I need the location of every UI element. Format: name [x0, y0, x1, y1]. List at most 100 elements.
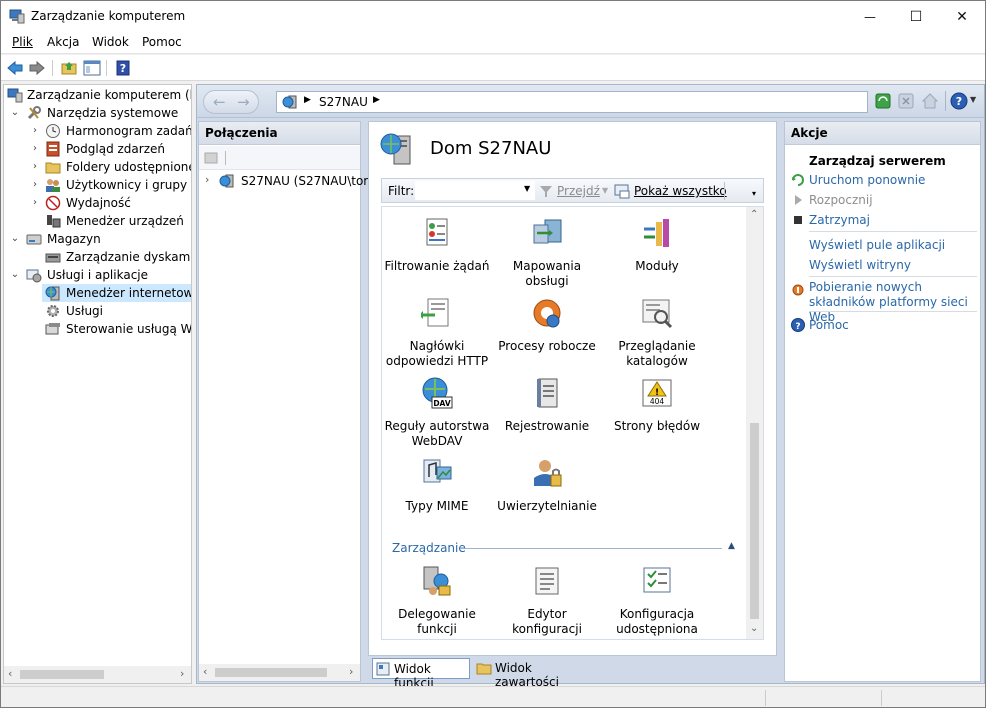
tree-item-label: Sterowanie usługą WMI	[66, 322, 192, 336]
scroll-right-icon[interactable]: ›	[349, 665, 353, 678]
connection-server-node[interactable]: › S27NAU (S27NAU\tom	[199, 172, 375, 190]
minimize-button[interactable]: —	[847, 1, 893, 32]
tree-item-device-manager[interactable]: Menedżer urządzeń	[4, 212, 191, 230]
feature-worker-processes[interactable]: Procesy robocze	[492, 297, 602, 354]
help-icon[interactable]: ?	[950, 92, 968, 110]
menu-help[interactable]: Pomoc	[142, 35, 182, 49]
feature-error-pages[interactable]: ! 404 Strony błędów	[602, 377, 712, 434]
view-tabs: Widok funkcji Widok zawartości	[368, 657, 777, 690]
show-all-button[interactable]: Pokaż wszystko	[634, 184, 727, 198]
restart-link[interactable]: Uruchom ponownie	[809, 173, 925, 188]
features-vertical-scrollbar[interactable]: ⌃ ⌄	[746, 207, 763, 639]
feature-request-filtering[interactable]: Filtrowanie żądań	[382, 217, 492, 274]
iis-forward-icon[interactable]: →	[237, 93, 250, 111]
filter-input[interactable]: ▼	[415, 181, 535, 200]
stop-link[interactable]: Zatrzymaj	[809, 213, 870, 228]
tree-item-performance[interactable]: › Wydajność	[4, 194, 191, 212]
tree-item-task-scheduler[interactable]: › Harmonogram zadań	[4, 122, 191, 140]
back-button[interactable]	[6, 59, 24, 77]
forward-button[interactable]	[28, 59, 46, 77]
close-button[interactable]: ✕	[939, 1, 985, 32]
scrollbar-thumb[interactable]	[215, 668, 327, 677]
scroll-right-icon[interactable]: ›	[180, 667, 184, 680]
breadcrumb-server[interactable]: S27NAU	[319, 95, 368, 109]
iis-breadcrumb[interactable]: ▶ S27NAU ▶	[276, 91, 868, 113]
help-dropdown-icon[interactable]: ▼	[970, 95, 976, 104]
scrollbar-thumb[interactable]	[20, 670, 104, 679]
feature-webdav-authoring[interactable]: DAV Reguły autorstwa WebDAV	[382, 377, 492, 449]
chevron-right-icon[interactable]: ›	[29, 140, 41, 158]
feature-handler-mappings[interactable]: Mapowania obsługi	[492, 217, 602, 289]
go-dropdown-icon[interactable]: ▼	[602, 186, 608, 195]
show-hide-tree-button[interactable]	[83, 59, 101, 77]
menu-file[interactable]: Plik	[12, 35, 33, 49]
menu-view[interactable]: Widok	[92, 35, 129, 49]
scrollbar-thumb[interactable]	[750, 423, 759, 619]
feature-logging[interactable]: Rejestrowanie	[492, 377, 602, 434]
go-button[interactable]: Przejdź	[557, 184, 600, 198]
feature-modules[interactable]: Moduły	[602, 217, 712, 274]
collapse-chevron-up-icon[interactable]: ▲	[728, 541, 735, 551]
chevron-right-icon[interactable]: ›	[205, 173, 209, 186]
stop-icon[interactable]	[898, 93, 914, 109]
handler-mappings-icon	[533, 219, 562, 244]
chevron-right-icon[interactable]: ›	[29, 122, 41, 140]
actions-header: Akcje	[785, 122, 980, 145]
chevron-right-icon[interactable]: ›	[29, 176, 41, 194]
chevron-down-icon[interactable]: ⌄	[9, 266, 21, 284]
scroll-down-icon[interactable]: ⌄	[750, 623, 758, 634]
tree-item-shared-folders[interactable]: › Foldery udostępnione	[4, 158, 191, 176]
chevron-right-icon[interactable]: ›	[29, 194, 41, 212]
features-title: Dom S27NAU	[430, 138, 552, 159]
feature-mime-types[interactable]: Typy MIME	[382, 457, 492, 514]
feature-authentication[interactable]: Uwierzytelnianie	[492, 457, 602, 514]
view-sites-link[interactable]: Wyświetl witryny	[809, 258, 911, 273]
feature-shared-configuration[interactable]: Konfiguracja udostępniona	[602, 565, 712, 637]
start-link[interactable]: Rozpocznij	[809, 193, 873, 208]
feature-http-response-headers[interactable]: Nagłówki odpowiedzi HTTP	[382, 297, 492, 369]
tree-item-system-tools[interactable]: ⌄ Narzędzia systemowe	[4, 104, 191, 122]
tree-item-disk-management[interactable]: Zarządzanie dyskami	[4, 248, 191, 266]
iis-back-icon[interactable]: ←	[213, 93, 226, 111]
tree-item-services[interactable]: Usługi	[4, 302, 191, 320]
scroll-up-icon[interactable]: ⌃	[750, 209, 758, 220]
connect-icon[interactable]	[203, 150, 219, 166]
chevron-down-icon[interactable]: ▼	[524, 184, 530, 193]
tab-content-view[interactable]: Widok zawartości	[474, 658, 594, 689]
modules-icon	[644, 219, 669, 247]
tree-item-wmi-control[interactable]: Sterowanie usługą WMI	[4, 320, 192, 338]
tree-item-event-viewer[interactable]: › Podgląd zdarzeń	[4, 140, 191, 158]
chevron-down-icon[interactable]: ⌄	[9, 230, 21, 248]
feature-directory-browsing[interactable]: Przeglądanie katalogów	[602, 297, 712, 369]
tree-item-iis-manager[interactable]: Menedżer internetowyc	[4, 284, 191, 302]
tree-item-users-groups[interactable]: › Użytkownicy i grupy lok	[4, 176, 191, 194]
management-group-header[interactable]: Zarządzanie ▲	[392, 541, 757, 557]
tree-item-services-apps[interactable]: ⌄ Usługi i aplikacje	[4, 266, 191, 284]
svg-text:404: 404	[650, 397, 665, 406]
feature-feature-delegation[interactable]: Delegowanie funkcji	[382, 565, 492, 637]
help-toolbar-button[interactable]: ?	[114, 59, 132, 77]
tab-features-view[interactable]: Widok funkcji	[372, 658, 470, 690]
minimize-icon: —	[864, 9, 876, 24]
filter-bar-overflow-icon[interactable]: ▾	[752, 189, 756, 198]
tree-horizontal-scrollbar[interactable]: ‹ ›	[4, 666, 191, 683]
refresh-green-icon[interactable]	[875, 93, 891, 109]
view-app-pools-link[interactable]: Wyświetl pule aplikacji	[809, 238, 945, 253]
home-icon[interactable]	[921, 92, 939, 110]
tree-root[interactable]: Zarządzanie komputerem (lokal	[4, 86, 191, 104]
feature-label: Mapowania obsługi	[512, 259, 582, 288]
scroll-left-icon[interactable]: ‹	[203, 665, 207, 678]
chevron-right-icon[interactable]: ›	[29, 158, 41, 176]
tree-item-storage[interactable]: ⌄ Magazyn	[4, 230, 191, 248]
connections-horizontal-scrollbar[interactable]: ‹ ›	[199, 664, 360, 681]
chevron-down-icon[interactable]: ⌄	[9, 104, 21, 122]
breadcrumb-arrow-icon[interactable]: ▶	[373, 95, 380, 105]
menu-action[interactable]: Akcja	[47, 35, 79, 49]
feature-configuration-editor[interactable]: Edytor konfiguracji	[492, 565, 602, 637]
maximize-button[interactable]: ☐	[893, 1, 939, 32]
help-link[interactable]: Pomoc	[809, 318, 849, 333]
svg-text:?: ?	[956, 95, 962, 108]
up-folder-button[interactable]	[60, 59, 78, 77]
scroll-left-icon[interactable]: ‹	[8, 667, 12, 680]
feature-label: Delegowanie funkcji	[398, 607, 476, 636]
